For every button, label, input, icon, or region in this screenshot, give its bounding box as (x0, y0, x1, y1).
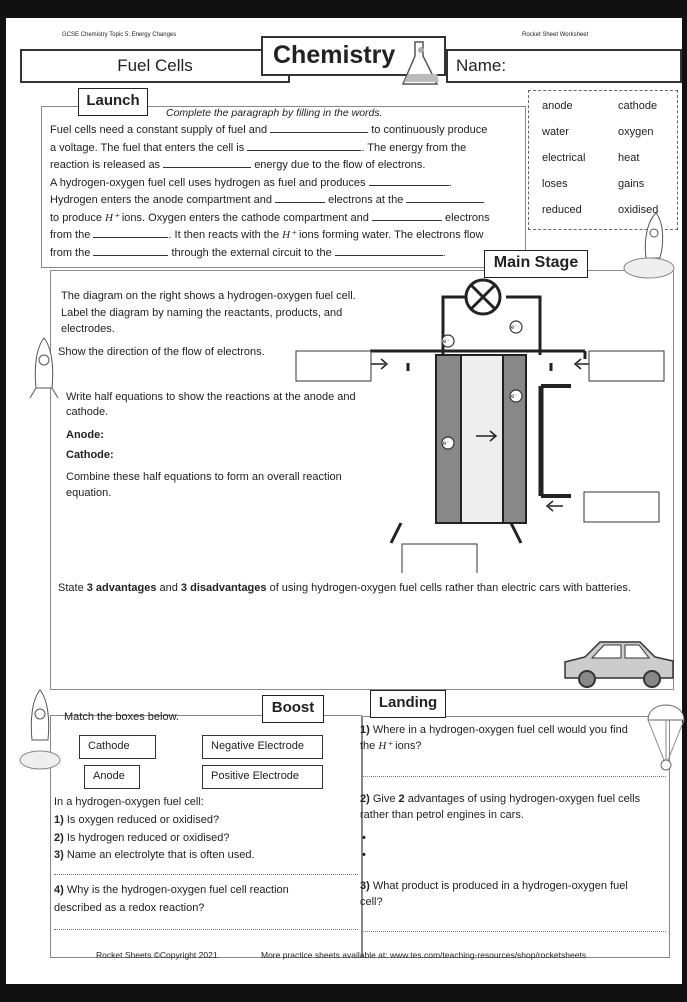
parachute-icon (647, 704, 685, 771)
cathode-electrode (502, 354, 527, 524)
topic-text: GCSE Chemistry Topic 5: Energy Changes (62, 32, 177, 38)
boost-label: Boost (262, 695, 324, 723)
boost-question-4-cont: described as a redox reaction? (54, 902, 205, 914)
car-icon (564, 641, 674, 688)
rocket-launch-icon (19, 689, 61, 770)
landing-question-2-cont: rather than petrol engines in cars. (360, 809, 524, 821)
electron-label: e⁻ (443, 339, 450, 345)
match-box-negative-electrode[interactable]: Negative Electrode (202, 735, 323, 759)
rocket-cloud-icon (623, 212, 675, 279)
launch-instruction: Complete the paragraph by filling in the… (166, 107, 383, 119)
landing-question-1-cont: the H⁺ ions? (360, 740, 422, 752)
word-reduced: reduced (542, 204, 582, 216)
boost-intro: In a hydrogen-oxygen fuel cell: (54, 796, 204, 808)
fuel-cell-diagram (295, 278, 665, 573)
boost-question-2: 2) Is hydrogen reduced or oxidised? (54, 832, 230, 844)
rocket-icon (29, 337, 59, 399)
bullet: • (362, 849, 366, 861)
main-text: electrodes. (61, 323, 115, 335)
name-field[interactable]: Name: (446, 49, 682, 83)
series-text: Rocket Sheet Worksheet (522, 32, 589, 38)
advantages-question: State 3 advantages and 3 disadvantages o… (58, 582, 631, 594)
electrolyte (460, 354, 504, 524)
boost-question-4: 4) Why is the hydrogen-oxygen fuel cell … (54, 884, 289, 896)
electron-label: e⁻ (511, 325, 518, 331)
electron-label: e⁻ (443, 441, 450, 447)
boost-question-1: 1) Is oxygen reduced or oxidised? (54, 814, 220, 826)
landing-question-1: 1) Where in a hydrogen-oxygen fuel cell … (360, 724, 628, 736)
title-box: Fuel Cells (20, 49, 290, 83)
footer-link[interactable]: More practice sheets available at: www.t… (261, 949, 586, 962)
label-box (401, 543, 478, 573)
word-oxygen: oxygen (618, 126, 654, 138)
name-label: Name: (456, 56, 507, 75)
word-electrical: electrical (542, 152, 586, 164)
copyright: Rocket Sheets ©Copyright 2021 (96, 950, 218, 960)
bullet: • (362, 832, 366, 844)
worksheet-page: GCSE Chemistry Topic 5: Energy Changes R… (6, 18, 685, 984)
word-gains: gains (618, 178, 645, 190)
answer-line[interactable] (362, 776, 666, 777)
match-box-cathode[interactable]: Cathode (79, 735, 156, 759)
boost-question-3: 3) Name an electrolyte that is often use… (54, 849, 255, 861)
landing-label: Landing (370, 690, 446, 718)
main-text: equation. (66, 487, 112, 499)
main-text: cathode. (66, 406, 109, 418)
match-box-anode[interactable]: Anode (84, 765, 140, 789)
landing-question-2: 2) Give 2 advantages of using hydrogen-o… (360, 793, 641, 805)
landing-question-3: 3) What product is produced in a hydroge… (360, 880, 628, 892)
boost-instruction: Match the boxes below. (64, 711, 179, 723)
label-box (588, 350, 665, 382)
cathode-label: Cathode: (66, 449, 114, 461)
flask-icon (401, 41, 439, 85)
match-box-positive-electrode[interactable]: Positive Electrode (202, 765, 323, 789)
anode-label: Anode: (66, 429, 104, 441)
word-cathode: cathode (618, 100, 658, 112)
word-heat: heat (618, 152, 640, 164)
word-loses: loses (542, 178, 568, 190)
main-text: Show the direction of the flow of electr… (58, 346, 265, 358)
word-water: water (542, 126, 569, 138)
electron-label: e⁻ (511, 394, 518, 400)
worksheet-title: Fuel Cells (117, 56, 193, 75)
answer-line[interactable] (362, 931, 666, 932)
answer-line[interactable] (54, 929, 358, 930)
answer-line[interactable] (54, 874, 358, 875)
launch-label: Launch (78, 88, 148, 116)
label-box (583, 491, 660, 523)
word-anode: anode (542, 100, 573, 112)
label-box (295, 350, 372, 382)
launch-paragraph: Fuel cells need a constant supply of fue… (50, 124, 490, 259)
landing-question-3-cont: cell? (360, 896, 383, 908)
